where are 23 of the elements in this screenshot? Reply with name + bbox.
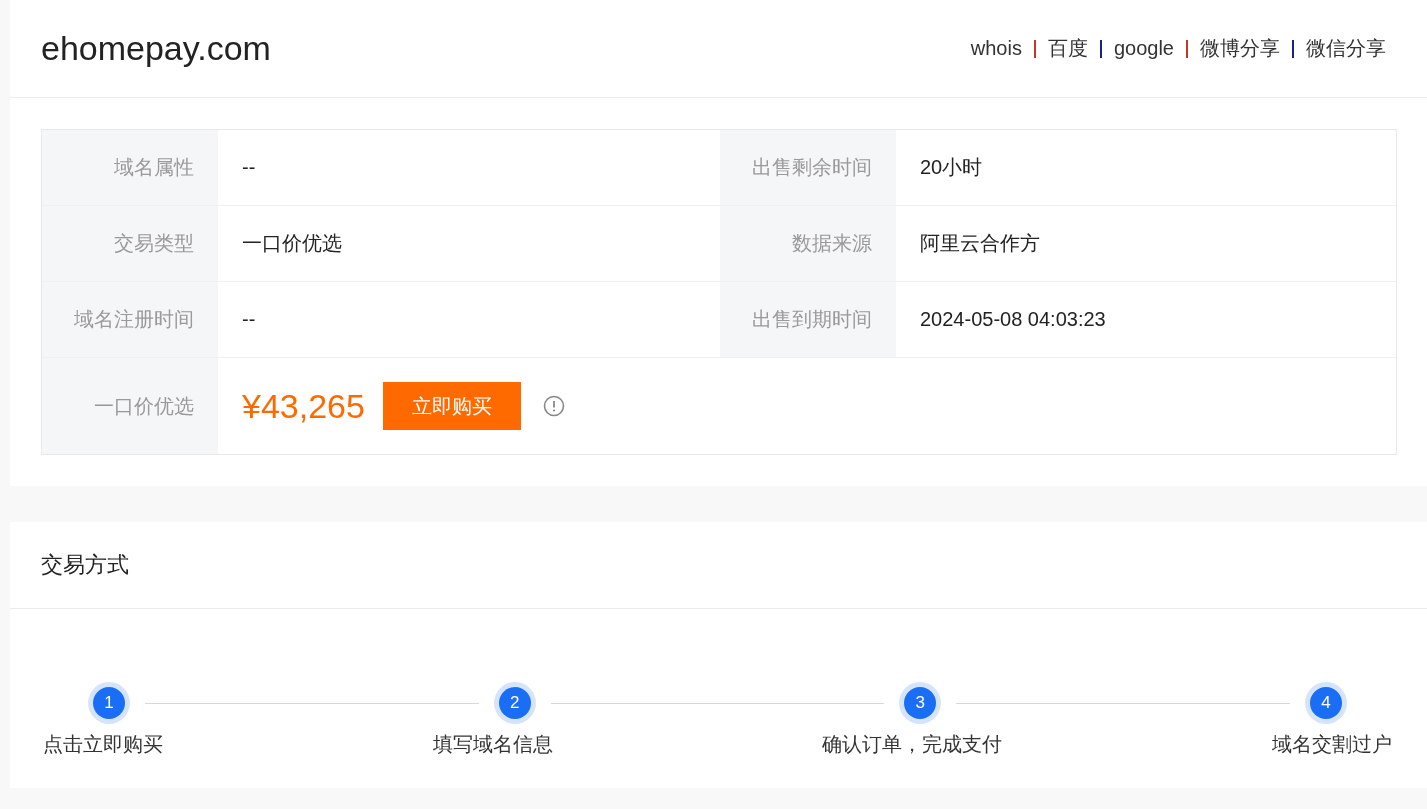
field-value: 2024-05-08 04:03:23 (896, 282, 1396, 358)
info-icon[interactable] (542, 395, 565, 417)
field-value: 阿里云合作方 (896, 206, 1396, 282)
domain-title: ehomepay.com (41, 29, 271, 68)
step-label: 确认订单，完成支付 (822, 732, 1003, 757)
field-label: 域名注册时间 (42, 282, 218, 358)
field-label: 一口价优选 (42, 358, 218, 454)
field-label: 域名属性 (42, 130, 218, 206)
field-label: 数据来源 (720, 206, 896, 282)
header-link[interactable]: whois (970, 37, 1022, 60)
step-label: 域名交割过户 (1271, 732, 1392, 757)
header-link[interactable]: 微博分享 (1200, 35, 1280, 62)
header-link[interactable]: 微信分享 (1306, 35, 1386, 62)
step-label: 点击立即购买 (43, 732, 163, 757)
field-value: 20小时 (896, 130, 1396, 206)
header-link[interactable]: google (1113, 37, 1174, 60)
section-title: 交易方式 (10, 522, 1427, 609)
field-label: 交易类型 (42, 206, 218, 282)
price: ¥43,265 (242, 386, 365, 426)
header-link[interactable]: 百度 (1047, 35, 1088, 62)
field-label: 出售到期时间 (720, 282, 896, 358)
step-label: 填写域名信息 (432, 732, 553, 757)
field-label: 出售剩余时间 (720, 130, 896, 206)
